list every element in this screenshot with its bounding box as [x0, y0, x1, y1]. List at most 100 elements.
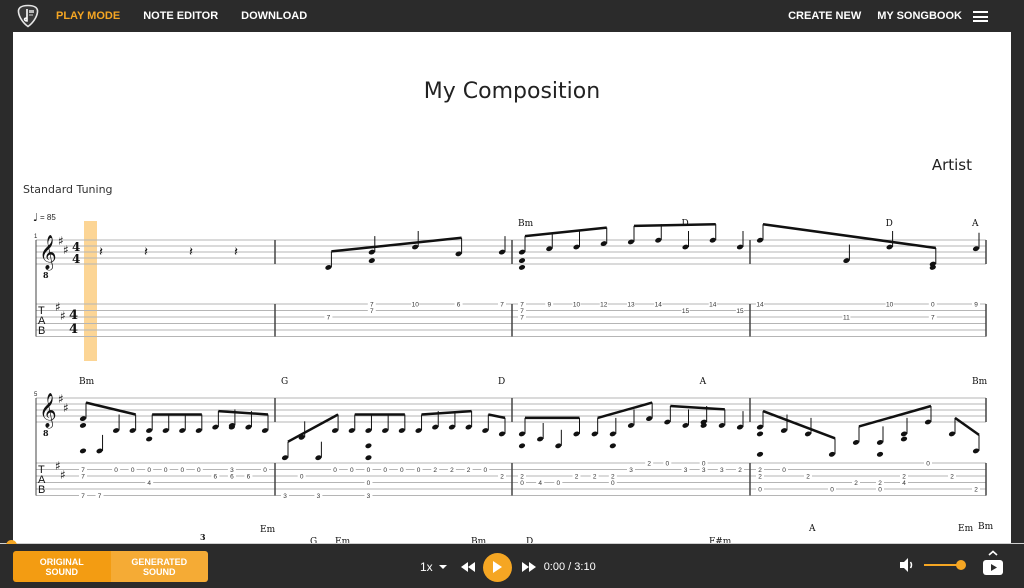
tab-fret-number: 7 [327, 315, 331, 322]
tab-fret-number: 3 [283, 493, 287, 500]
treble-clef-icon: 𝄞 [39, 393, 57, 429]
tab-fret-number: 0 [350, 467, 354, 474]
tab-fret-number: 0 [926, 461, 930, 468]
tab-fret-number: 2 [500, 474, 504, 481]
tab-fret-number: 10 [412, 302, 420, 309]
tab-fret-number: 10 [573, 302, 581, 309]
nav-download[interactable]: DOWNLOAD [241, 10, 307, 22]
top-nav-bar: PLAY MODE NOTE EDITOR DOWNLOAD CREATE NE… [0, 0, 1024, 32]
generated-sound-label: GENERATED SOUND [128, 557, 190, 577]
chord-name: D [498, 377, 505, 387]
rewind-icon [461, 562, 475, 572]
note-beam [525, 228, 607, 237]
tab-fret-number: 0 [197, 467, 201, 474]
chord-name: D [886, 219, 893, 229]
notehead [876, 451, 884, 458]
tab-fret-number: 0 [782, 467, 786, 474]
fast-forward-icon [522, 562, 536, 572]
tab-fret-number: 10 [886, 302, 894, 309]
sharp-icon: ♯ [60, 468, 66, 482]
tab-fret-number: 3 [317, 493, 321, 500]
tab-fret-number: 3 [367, 493, 371, 500]
note-beam [955, 418, 979, 435]
nav-create-new[interactable]: CREATE NEW [788, 10, 861, 22]
rewind-button[interactable] [461, 562, 475, 572]
tab-fret-number: 0 [557, 480, 561, 487]
volume-slider-handle[interactable] [956, 560, 966, 570]
tab-time-signature-numerator: 4 [69, 308, 78, 323]
tab-fret-number: 0 [131, 467, 135, 474]
tab-fret-number: 6 [457, 302, 461, 309]
quarter-note-icon: ♩ [33, 211, 38, 224]
tab-fret-number: 2 [593, 474, 597, 481]
tab-fret-number: 2 [575, 474, 579, 481]
notehead [756, 431, 764, 438]
chord-name: Bm [518, 219, 534, 229]
note-beam [670, 406, 725, 409]
quarter-rest-icon: 𝄽 [234, 245, 238, 260]
chord-name: A [699, 377, 707, 387]
note-beam [763, 411, 835, 438]
tab-fret-number: 0 [931, 302, 935, 309]
nav-note-editor[interactable]: NOTE EDITOR [143, 10, 218, 22]
tab-fret-number: 0 [300, 474, 304, 481]
nav-my-songbook[interactable]: MY SONGBOOK [877, 10, 962, 22]
quarter-rest-icon: 𝄽 [99, 245, 103, 260]
original-sound-button[interactable]: ORIGINAL SOUND [13, 551, 111, 582]
notehead [79, 422, 87, 429]
notehead [518, 264, 526, 271]
tab-fret-number: 2 [974, 487, 978, 494]
sound-source-toggle: ORIGINAL SOUND GENERATED SOUND [13, 551, 208, 582]
tab-fret-number: 3 [702, 467, 706, 474]
tempo-marking: = 85 [40, 213, 56, 222]
note-beam [763, 224, 936, 248]
tab-fret-number: 15 [682, 308, 690, 315]
guitar-pick-logo-icon[interactable] [16, 4, 40, 28]
volume-slider-track [924, 564, 960, 566]
total-time: 3:10 [574, 561, 595, 573]
tab-fret-number: 0 [666, 461, 670, 468]
score-canvas[interactable]: ♩= 851𝄞8♯♯TAB♯♯44445𝄞8♯♯TAB♯♯𝄽𝄽𝄽𝄽BmDDA77… [13, 32, 1011, 544]
tab-fret-number: 15 [736, 308, 744, 315]
video-play-icon [982, 549, 1004, 579]
volume-slider[interactable] [924, 558, 964, 572]
treble-clef-icon: 𝄞 [39, 235, 57, 271]
video-panel-button[interactable] [982, 549, 1004, 579]
play-button[interactable] [483, 553, 512, 582]
tab-fret-number: 0 [333, 467, 337, 474]
notehead [79, 448, 87, 455]
tab-fret-number: 3 [684, 467, 688, 474]
tab-fret-number: 7 [98, 493, 102, 500]
volume-icon[interactable] [900, 558, 916, 572]
notehead [609, 443, 617, 450]
generated-sound-button[interactable]: GENERATED SOUND [111, 551, 209, 582]
tab-fret-number: 2 [467, 467, 471, 474]
tab-fret-number: 7 [520, 315, 524, 322]
chord-name: A [971, 219, 979, 229]
chord-name: Bm [79, 377, 95, 387]
chevron-down-icon [439, 565, 447, 569]
note-beam [422, 411, 472, 414]
tab-fret-number: 2 [433, 467, 437, 474]
tab-fret-number: 0 [367, 480, 371, 487]
notehead [365, 443, 373, 450]
note-beam [634, 224, 716, 226]
tab-fret-number: 14 [655, 302, 663, 309]
sharp-icon: ♯ [60, 309, 66, 323]
chord-name: Em [958, 524, 974, 534]
tab-fret-number: 13 [627, 302, 635, 309]
time-display: 0:00 / 3:10 [544, 561, 596, 573]
chord-name: A [808, 524, 816, 534]
tab-fret-number: 4 [902, 480, 906, 487]
hamburger-menu-icon[interactable] [973, 11, 988, 22]
tab-clef-letter: B [38, 325, 45, 337]
speed-select[interactable]: 1x [420, 560, 447, 574]
tab-fret-number: 6 [230, 474, 234, 481]
tab-fret-number: 14 [709, 302, 717, 309]
fast-forward-button[interactable] [522, 562, 536, 572]
tab-fret-number: 9 [547, 302, 551, 309]
measure-number: 1 [34, 234, 38, 240]
tab-fret-number: 0 [114, 467, 118, 474]
playback-cursor [84, 221, 97, 361]
nav-play-mode[interactable]: PLAY MODE [56, 10, 120, 22]
